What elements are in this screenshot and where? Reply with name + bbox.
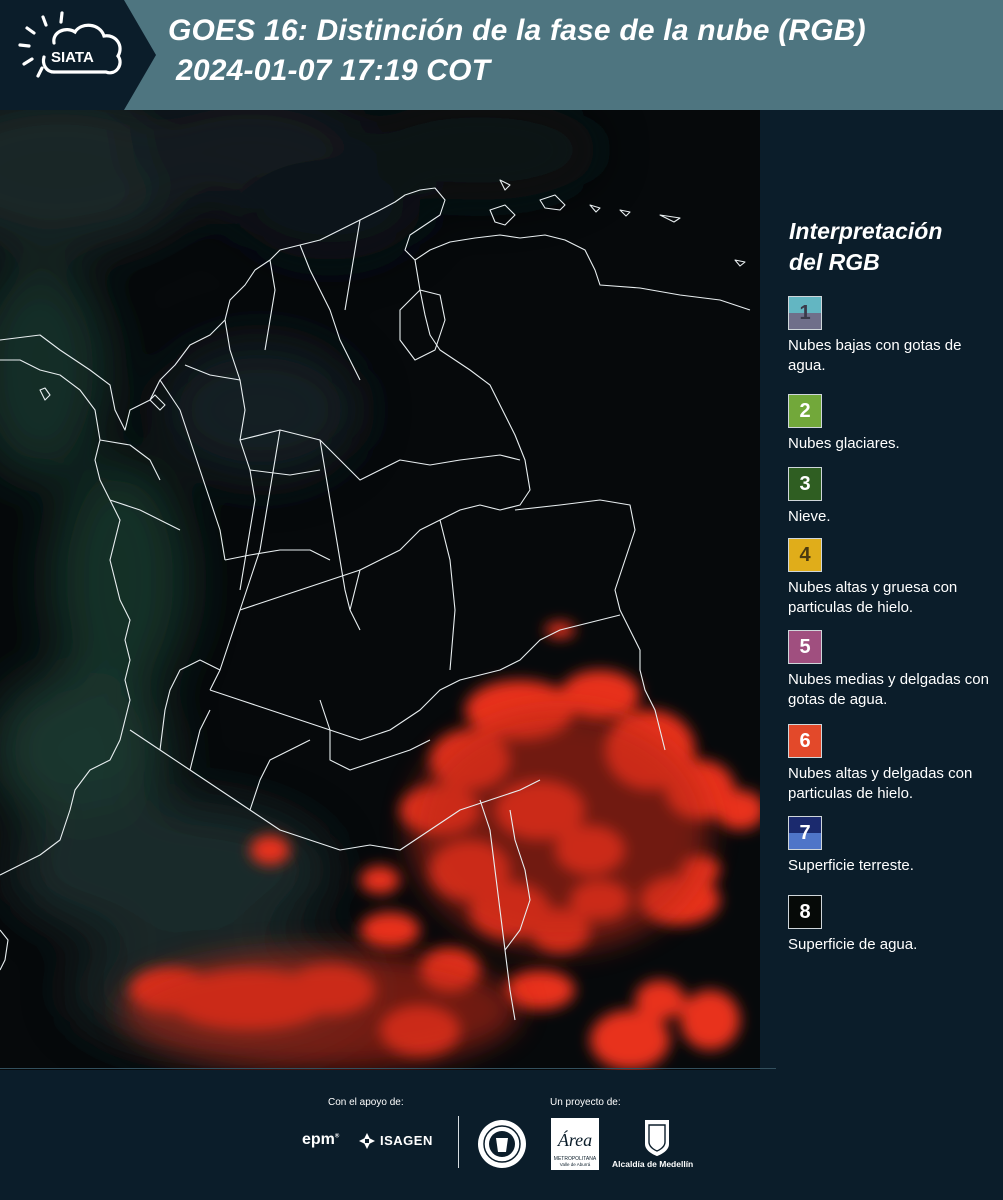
legend-item-7: 7 Superficie terreste. [788, 816, 1003, 876]
footer-separator [458, 1116, 459, 1168]
header-bar: SIATA GOES 16: Distinción de la fase de … [0, 0, 1003, 110]
legend-number-4: 4 [799, 544, 811, 566]
footer-divider [0, 1068, 776, 1069]
legend-number-6: 6 [799, 730, 811, 752]
legend-label-3: Nieve. [788, 508, 831, 525]
rgb-legend-panel: Interpretación del RGB 1 Nubes bajas con … [760, 110, 1003, 1070]
legend-number-8: 8 [799, 901, 811, 923]
legend-title-line2: del RGB [789, 249, 880, 275]
legend-swatch-7: 7 [788, 816, 822, 850]
epm-logo-text: epm [302, 1131, 335, 1148]
legend-swatch-3: 3 [788, 467, 822, 501]
legend-label-5: Nubes medias y delgadas con gotas de agu… [788, 671, 989, 708]
legend-number-7: 7 [799, 822, 811, 844]
legend-swatch-8: 8 [788, 895, 822, 929]
siata-logo-icon: SIATA [18, 11, 122, 78]
legend-number-5: 5 [799, 636, 811, 658]
legend-label-7: Superficie terreste. [788, 857, 914, 874]
legend-item-1: 1 Nubes bajas con gotas de agua. [788, 296, 1003, 376]
isagen-mark-icon [359, 1133, 375, 1149]
alcaldia-shield-icon [645, 1120, 669, 1156]
legend-item-5: 5 Nubes medias y delgadas con gotas de ag… [788, 630, 1003, 710]
area-metropolitana-logo: Área METROPOLITANA Valle de Aburrá [551, 1118, 599, 1170]
legend-title: Interpretación del RGB [789, 216, 989, 278]
legend-label-2: Nubes glaciares. [788, 435, 900, 452]
legend-number-3: 3 [799, 473, 811, 495]
legend-swatch-1: 1 [788, 296, 822, 330]
page-subtitle-datetime: 2024-01-07 17:19 COT [176, 54, 491, 87]
legend-label-1: Nubes bajas con gotas de agua. [788, 337, 962, 374]
svg-text:SIATA: SIATA [51, 49, 94, 66]
legend-swatch-2: 2 [788, 394, 822, 428]
satellite-map [0, 110, 760, 1070]
legend-item-4: 4 Nubes altas y gruesa con particulas de … [788, 538, 1003, 618]
legend-item-8: 8 Superficie de agua. [788, 895, 1003, 955]
legend-label-6: Nubes altas y delgadas con particulas de… [788, 765, 973, 802]
isagen-logo: ISAGEN [380, 1133, 433, 1148]
legend-item-6: 6 Nubes altas y delgadas con particulas d… [788, 724, 1003, 804]
legend-number-2: 2 [799, 400, 811, 422]
rgb-composite-image [0, 110, 760, 1070]
legend-swatch-6: 6 [788, 724, 822, 758]
university-seal-logo [478, 1120, 526, 1168]
legend-label-4: Nubes altas y gruesa con particulas de h… [788, 579, 958, 616]
support-label: Con el apoyo de: [328, 1097, 404, 1108]
epm-logo: epm® [302, 1131, 340, 1148]
legend-label-8: Superficie de agua. [788, 936, 918, 953]
legend-item-2: 2 Nubes glaciares. [788, 394, 1003, 454]
legend-item-3: 3 Nieve. [788, 467, 1003, 527]
project-label: Un proyecto de: [550, 1097, 621, 1108]
page-title: GOES 16: Distinción de la fase de la nub… [168, 14, 866, 47]
alcaldia-label: Alcaldía de Medellín [612, 1159, 694, 1169]
legend-swatch-5: 5 [788, 630, 822, 664]
legend-swatch-4: 4 [788, 538, 822, 572]
legend-title-line1: Interpretación [789, 218, 943, 244]
svg-text:Valle de Aburrá: Valle de Aburrá [560, 1162, 591, 1167]
legend-number-1: 1 [799, 302, 811, 324]
svg-text:Área: Área [557, 1129, 592, 1150]
